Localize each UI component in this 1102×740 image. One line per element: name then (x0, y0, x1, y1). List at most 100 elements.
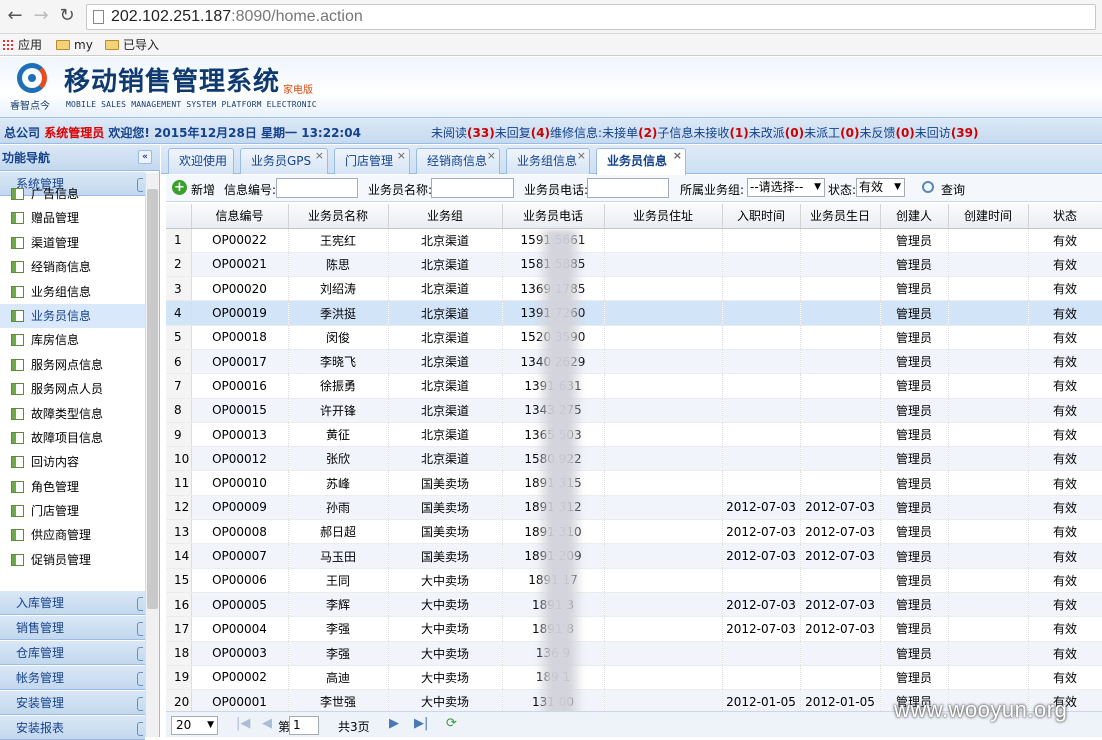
table-row[interactable]: 6OP00017李晓飞北京渠道1340 2629管理员有效 (166, 349, 1102, 375)
forward-icon[interactable]: → (30, 5, 52, 27)
page-size-select[interactable]: 20 (171, 716, 218, 735)
column-header[interactable]: 入职时间 (722, 204, 801, 229)
sidebar-item[interactable]: 角色管理 (0, 475, 145, 499)
group-select[interactable]: --请选择-- (747, 178, 825, 197)
add-button[interactable]: 新增 (191, 181, 215, 198)
column-header[interactable]: 业务员电话 (502, 204, 605, 229)
collapse-icon[interactable]: « (138, 150, 152, 164)
table-row[interactable]: 10OP00012张欣北京渠道1580 922管理员有效 (166, 446, 1102, 472)
sidebar-item[interactable]: 门店管理 (0, 499, 145, 523)
sidebar-group[interactable]: 销售管理 (0, 616, 145, 640)
column-header[interactable]: 创建时间 (948, 204, 1029, 229)
column-header[interactable] (166, 204, 192, 229)
notice-item[interactable]: 子信息未接收(1) (657, 126, 748, 140)
name-input[interactable] (431, 178, 514, 198)
table-row[interactable]: 14OP00007马玉田国美卖场1891 2092012-07-032012-0… (166, 543, 1102, 569)
column-header[interactable]: 业务员生日 (800, 204, 881, 229)
search-icon[interactable] (922, 181, 934, 193)
tab[interactable]: 门店管理 × (334, 148, 410, 174)
table-row[interactable]: 4OP00019季洪挺北京渠道1391 7260管理员有效 (166, 300, 1102, 326)
refresh-icon[interactable]: ⟳ (446, 716, 457, 731)
sidebar-group[interactable]: 入库管理 (0, 591, 145, 615)
info-no-input[interactable] (276, 178, 358, 198)
notice-item[interactable]: 未接单(2) (602, 126, 657, 140)
close-icon[interactable]: × (673, 144, 682, 168)
sidebar-item[interactable]: 业务组信息 (0, 280, 145, 304)
table-row[interactable]: 5OP00018闵俊北京渠道1520 3590管理员有效 (166, 325, 1102, 350)
sidebar-group[interactable]: 安装报表 (0, 716, 145, 740)
sidebar-item[interactable]: 回访内容 (0, 450, 145, 474)
sidebar-item[interactable]: 服务网点人员 (0, 377, 145, 401)
notice-item[interactable]: 维修信息: (550, 126, 602, 140)
phone-input[interactable] (587, 178, 669, 198)
table-row[interactable]: 19OP00002高迪大中卖场189 1管理员有效 (166, 665, 1102, 691)
tab[interactable]: 欢迎使用 (168, 148, 234, 174)
bookmark-imported[interactable]: 已导入 (105, 37, 159, 53)
notice-item[interactable]: 未改派(0) (749, 126, 804, 140)
last-page-icon[interactable]: ▶| (414, 716, 428, 731)
close-icon[interactable]: × (397, 144, 406, 168)
sidebar-scrollbar[interactable] (145, 173, 159, 737)
tab[interactable]: 业务组信息 × (506, 148, 590, 174)
table-row[interactable]: 7OP00016徐振勇北京渠道1391 631管理员有效 (166, 373, 1102, 399)
column-header[interactable]: 业务员住址 (604, 204, 723, 229)
close-icon[interactable]: × (487, 144, 496, 168)
sidebar-item[interactable]: 故障类型信息 (0, 402, 145, 426)
notice-item[interactable]: 未回复(4) (495, 126, 550, 140)
close-icon[interactable]: × (577, 144, 586, 168)
notice-item[interactable]: 未回访(39) (915, 126, 979, 140)
table-row[interactable]: 8OP00015许开锋北京渠道1343 275管理员有效 (166, 398, 1102, 423)
sidebar-item[interactable]: 渠道管理 (0, 231, 145, 255)
table-row[interactable]: 12OP00009孙雨国美卖场1891 3122012-07-032012-07… (166, 495, 1102, 521)
close-icon[interactable]: × (315, 144, 324, 168)
sidebar-item[interactable]: 库房信息 (0, 328, 145, 352)
sidebar-item[interactable]: 故障项目信息 (0, 426, 145, 450)
notice-item[interactable]: 未反馈(0) (859, 126, 914, 140)
table-row[interactable]: 15OP00006王同大中卖场1891 17管理员有效 (166, 568, 1102, 593)
tab[interactable]: 业务员GPS × (240, 148, 328, 174)
table-row[interactable]: 9OP00013黄征北京渠道1365 503管理员有效 (166, 422, 1102, 448)
bookmark-my[interactable]: my (56, 37, 93, 53)
prev-page-icon[interactable]: ◀ (262, 716, 272, 731)
scrollbar-thumb[interactable] (147, 189, 158, 609)
tab[interactable]: 经销商信息 × (416, 148, 500, 174)
table-row[interactable]: 16OP00005李辉大中卖场1891 32012-07-032012-07-0… (166, 592, 1102, 618)
column-header[interactable]: 信息编号 (191, 204, 289, 229)
notice-item[interactable]: 未阅读(33) (431, 126, 495, 140)
table-row[interactable]: 13OP00008郝日超国美卖场1891 3102012-07-032012-0… (166, 519, 1102, 545)
tab[interactable]: 业务员信息 × (596, 148, 686, 175)
table-row[interactable]: 18OP00003李强大中卖场136 9管理员有效 (166, 641, 1102, 666)
column-header[interactable]: 业务组 (388, 204, 503, 229)
table-row[interactable]: 11OP00010苏峰国美卖场1891 315管理员有效 (166, 470, 1102, 496)
sidebar-group[interactable]: 仓库管理 (0, 641, 145, 665)
sidebar-item[interactable]: 广告信息 (0, 182, 145, 206)
sidebar-group[interactable]: 安装管理 (0, 691, 145, 715)
first-page-icon[interactable]: |◀ (236, 716, 250, 731)
table-row[interactable]: 2OP00021陈思北京渠道1581 5885管理员有效 (166, 252, 1102, 278)
table-row[interactable]: 3OP00020刘绍涛北京渠道1369 1785管理员有效 (166, 276, 1102, 302)
sidebar-item[interactable]: 业务员信息 (0, 303, 145, 329)
bookmark-apps[interactable]: 应用 (2, 37, 42, 53)
sidebar-item[interactable]: 服务网点信息 (0, 353, 145, 377)
sidebar-item[interactable]: 赠品管理 (0, 206, 145, 230)
query-button[interactable]: 查询 (941, 181, 965, 198)
column-header[interactable]: 创建人 (880, 204, 949, 229)
column-header[interactable]: 业务员名称 (288, 204, 389, 229)
page-input[interactable]: 1 (289, 716, 319, 735)
sidebar-item[interactable]: 产品品牌 (0, 572, 145, 575)
sidebar-item[interactable]: 促销员管理 (0, 548, 145, 572)
next-page-icon[interactable]: ▶ (389, 716, 399, 731)
notice-item[interactable]: 未派工(0) (804, 126, 859, 140)
table-row[interactable]: 17OP00004李强大中卖场1891 82012-07-032012-07-0… (166, 616, 1102, 642)
state-select[interactable]: 有效 (856, 178, 905, 197)
add-icon[interactable]: + (172, 180, 187, 195)
sidebar-group[interactable]: 帐务管理 (0, 666, 145, 690)
table-cell (722, 422, 801, 448)
sidebar-item[interactable]: 供应商管理 (0, 523, 145, 547)
sidebar-item[interactable]: 经销商信息 (0, 255, 145, 279)
table-row[interactable]: 1OP00022王宪红北京渠道1591 5661管理员有效 (166, 228, 1102, 253)
reload-icon[interactable]: ↻ (56, 5, 78, 27)
back-icon[interactable]: ← (4, 5, 26, 27)
address-bar[interactable]: 202.102.251.187:8090/home.action (86, 4, 1096, 30)
column-header[interactable]: 状态 (1028, 204, 1102, 229)
